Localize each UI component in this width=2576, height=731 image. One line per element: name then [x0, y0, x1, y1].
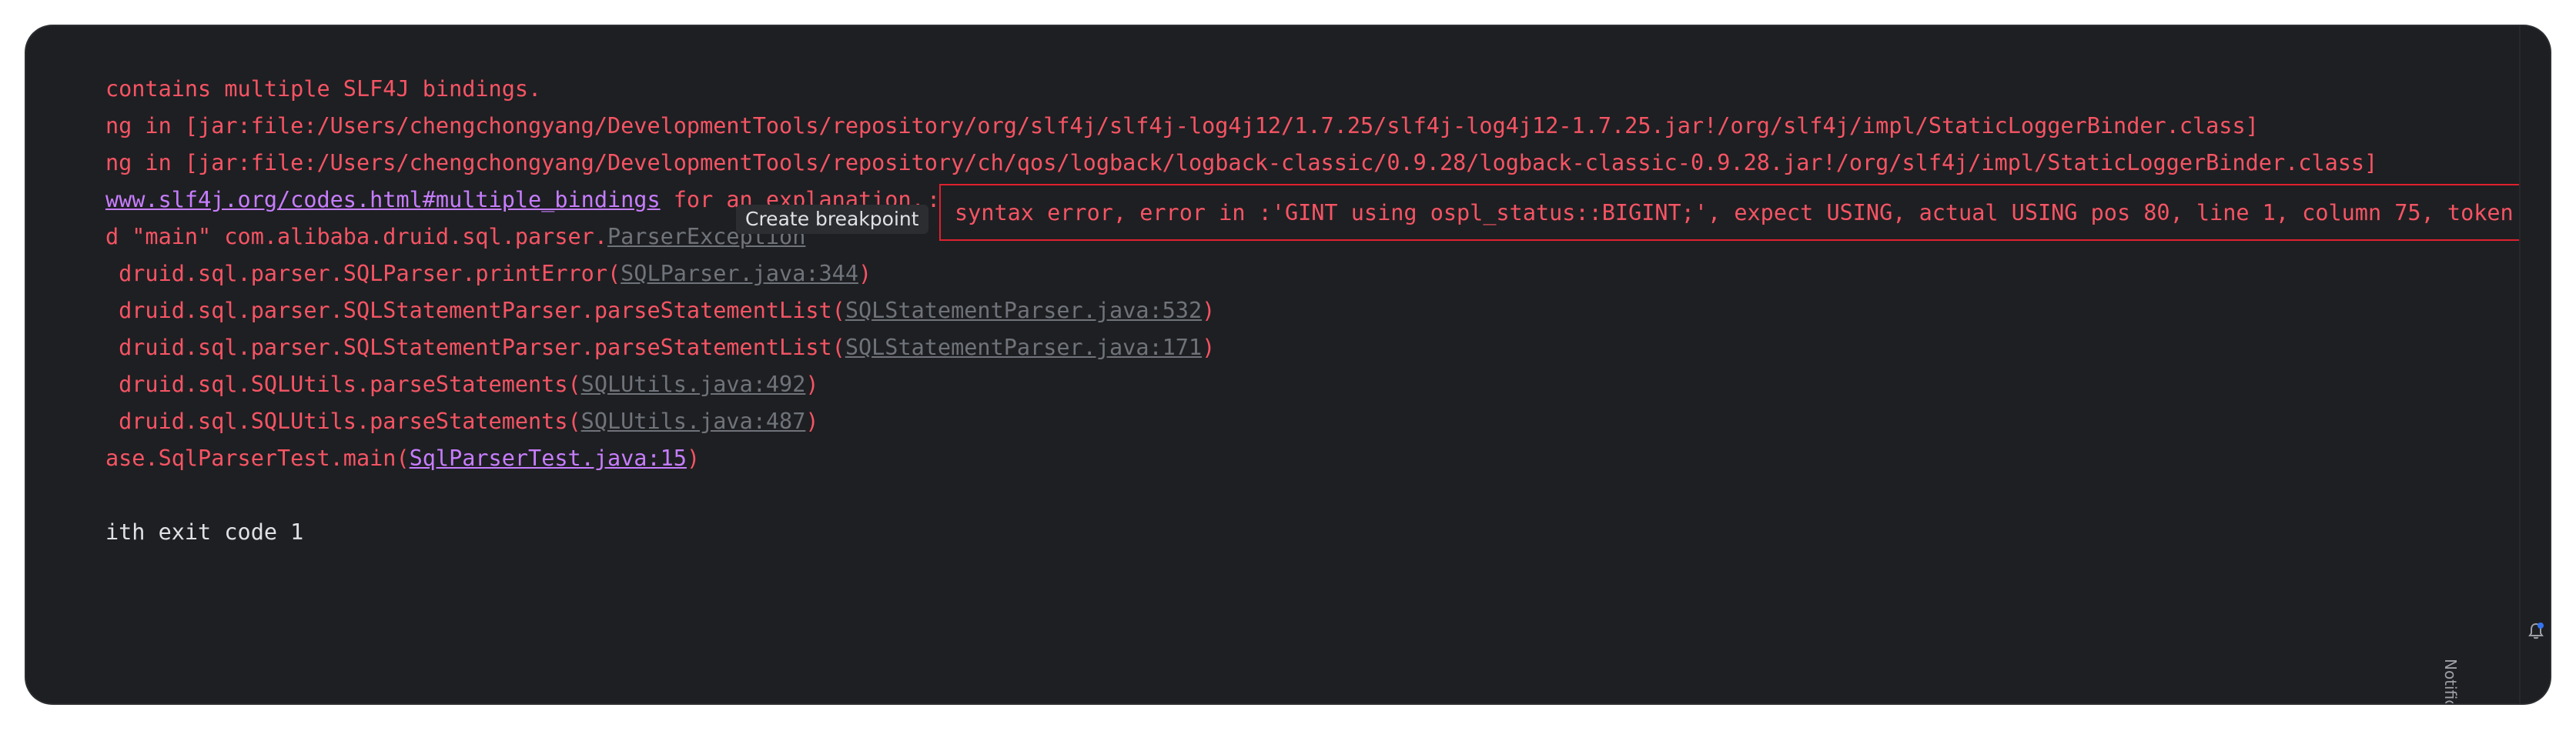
stack-frame-line: druid.sql.parser.SQLStatementParser.pars… — [26, 292, 1215, 360]
bell-icon[interactable] — [2527, 622, 2545, 640]
stack-frame-file-link[interactable]: SqlParserTest.java:15 — [410, 446, 687, 471]
right-tool-strip: Notifications — [2441, 26, 2550, 703]
notifications-tab-label[interactable]: Notifications — [2441, 659, 2460, 703]
process-exit-line: ith exit code 1 — [26, 477, 303, 545]
stack-frame-line: druid.sql.SQLUtils.parseStatements(SQLUt… — [26, 366, 818, 434]
console-window: contains multiple SLF4J bindings. ng in … — [26, 26, 2550, 703]
stack-frame-line: druid.sql.parser.SQLStatementParser.pars… — [26, 255, 1215, 323]
process-exit-text: ith exit code 1 — [105, 519, 304, 545]
error-message-text: syntax error, error in :'GINT using ospl… — [955, 200, 2521, 225]
stack-frame-line: druid.sql.SQLUtils.parseStatements(SQLUt… — [26, 329, 818, 397]
stack-frame-text: ) — [686, 446, 701, 471]
console-line: d "main" com.alibaba.druid.sql.parser.Pa… — [26, 182, 805, 249]
console-line: contains multiple SLF4J bindings. — [26, 34, 541, 102]
error-message-highlight: syntax error, error in :'GINT using ospl… — [939, 184, 2521, 241]
stack-frame-line: ase.SqlParserTest.main(SqlParserTest.jav… — [26, 403, 700, 471]
console-line: ng in [jar:file:/Users/chengchongyang/De… — [26, 71, 2259, 139]
exception-colon: : — [927, 187, 941, 212]
stack-frame-text: ) — [805, 409, 819, 434]
create-breakpoint-tooltip[interactable]: Create breakpoint — [736, 205, 928, 234]
console-line: www.slf4j.org/codes.html#multiple_bindin… — [26, 145, 925, 212]
stack-frame-text: ) — [1202, 335, 1216, 360]
console-line: ng in [jar:file:/Users/chengchongyang/De… — [26, 108, 2377, 175]
stack-frame-text: ase.SqlParserTest.main( — [105, 446, 410, 471]
stack-frame-file-link[interactable]: SQLStatementParser.java:171 — [845, 335, 1202, 360]
run-console-output[interactable]: contains multiple SLF4J bindings. ng in … — [26, 26, 2521, 703]
